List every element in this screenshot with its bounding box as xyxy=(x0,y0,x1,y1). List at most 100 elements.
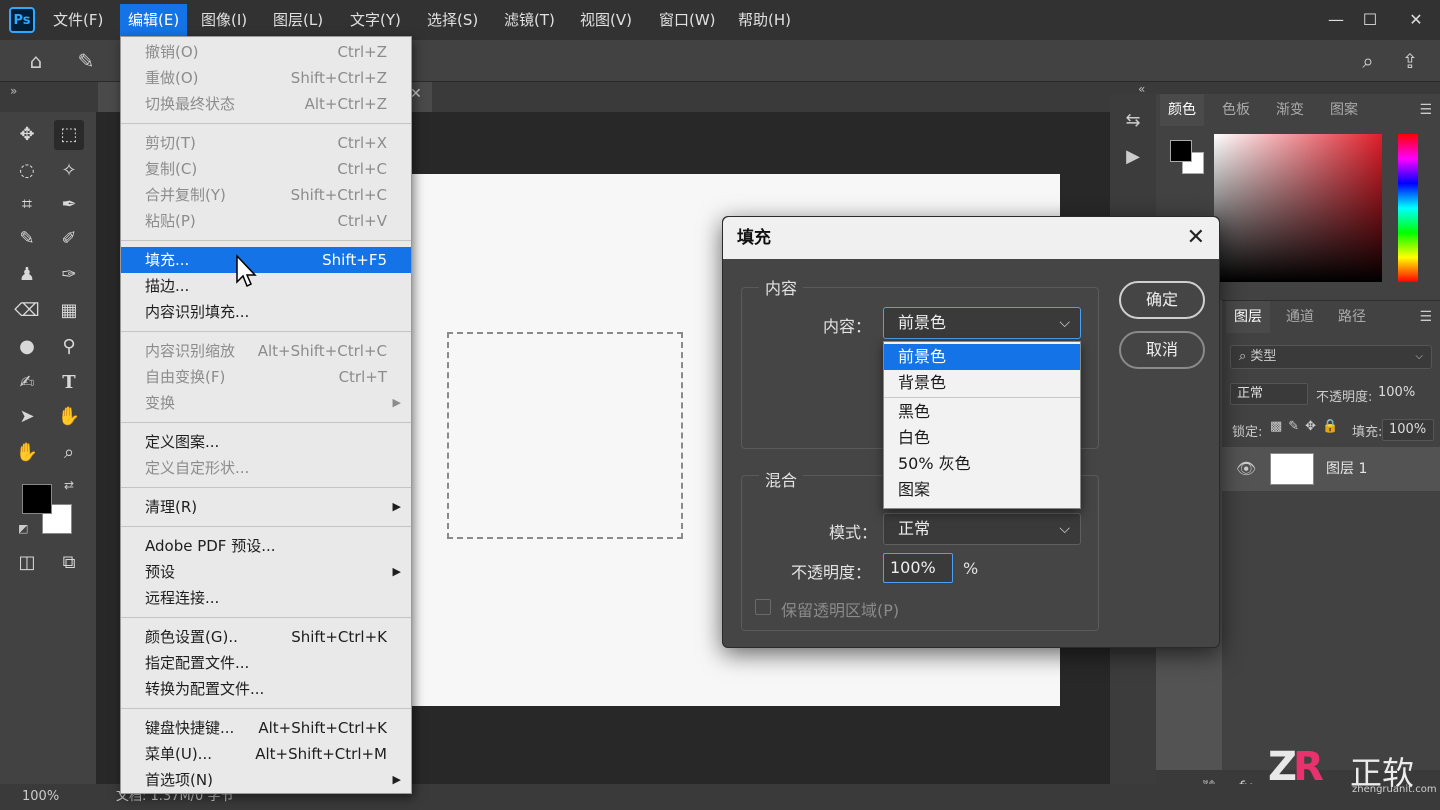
layer-fill-value[interactable]: 100% xyxy=(1382,419,1434,441)
menu-filter[interactable]: 滤镜(T) xyxy=(496,0,563,40)
preserve-transparency-checkbox[interactable] xyxy=(755,599,771,615)
edit-menu-item[interactable]: 首选项(N) ▶ xyxy=(121,767,411,793)
default-colors-icon[interactable]: ◩ xyxy=(18,522,28,535)
edit-menu-item[interactable]: 重做(O) Shift+Ctrl+Z xyxy=(121,65,411,91)
mode-select[interactable]: 正常 ⌵ xyxy=(883,513,1081,545)
layer-row[interactable]: 👁 图层 1 xyxy=(1222,447,1440,491)
close-window-icon[interactable]: ✕ xyxy=(1404,8,1428,32)
content-option[interactable]: 图案 xyxy=(884,477,1080,503)
history-icon[interactable]: ⇆ xyxy=(1120,108,1146,134)
collapse-left-icon[interactable]: » xyxy=(10,84,17,98)
tab-patterns[interactable]: 图案 xyxy=(1322,94,1366,126)
edit-menu-item[interactable]: 切换最终状态 Alt+Ctrl+Z xyxy=(121,91,411,117)
tab-paths[interactable]: 路径 xyxy=(1330,301,1374,333)
eyedropper-icon[interactable]: ✎ xyxy=(12,224,42,254)
home-icon[interactable]: ⌂ xyxy=(24,49,48,73)
edit-menu-item[interactable]: 内容识别填充... xyxy=(121,299,411,325)
visibility-eye-icon[interactable]: 👁 xyxy=(1236,447,1256,491)
layer-opacity-value[interactable]: 100% xyxy=(1378,383,1434,405)
menu-type[interactable]: 文字(Y) xyxy=(342,0,409,40)
quick-select-tool-icon[interactable]: ✧ xyxy=(54,156,84,186)
menu-view[interactable]: 视图(V) xyxy=(572,0,640,40)
content-option[interactable]: 背景色 xyxy=(884,370,1080,396)
ok-button[interactable]: 确定 xyxy=(1119,281,1205,319)
content-option[interactable]: 黑色 xyxy=(884,399,1080,425)
edit-menu-item[interactable]: Adobe PDF 预设... xyxy=(121,533,411,559)
color-panel-foreground[interactable] xyxy=(1170,140,1192,162)
opacity-input[interactable]: 100% xyxy=(883,553,953,583)
screen-mode-icon[interactable]: ⧉ xyxy=(54,548,84,578)
gradient-tool-icon[interactable]: ▦ xyxy=(54,296,84,326)
hand-tool-icon[interactable]: ✋ xyxy=(54,402,84,432)
actions-play-icon[interactable]: ▶ xyxy=(1120,144,1146,170)
menu-image[interactable]: 图像(I) xyxy=(193,0,255,40)
pen-eyedropper-tool-icon[interactable]: ✒ xyxy=(54,190,84,220)
eyedropper-tool-icon[interactable]: ✎ xyxy=(74,49,98,73)
edit-menu-item[interactable]: 剪切(T) Ctrl+X xyxy=(121,130,411,156)
edit-menu-item[interactable]: 远程连接... xyxy=(121,585,411,611)
blur-tool-icon[interactable]: ● xyxy=(12,332,42,362)
edit-menu-item[interactable]: 合并复制(Y) Shift+Ctrl+C xyxy=(121,182,411,208)
swap-colors-icon[interactable]: ⇄ xyxy=(64,478,74,492)
edit-menu-item[interactable]: 内容识别缩放 Alt+Shift+Ctrl+C xyxy=(121,338,411,364)
layer-filter-search[interactable]: ⌕ 类型 ⌵ xyxy=(1230,345,1432,369)
tab-swatches[interactable]: 色板 xyxy=(1214,94,1258,126)
quick-mask-icon[interactable]: ◫ xyxy=(12,548,42,578)
edit-menu-item[interactable]: 指定配置文件... xyxy=(121,650,411,676)
color-picker-field[interactable] xyxy=(1214,134,1382,282)
edit-menu-item[interactable]: 菜单(U)... Alt+Shift+Ctrl+M xyxy=(121,741,411,767)
crop-tool-icon[interactable]: ⌗ xyxy=(12,190,42,220)
tab-channels[interactable]: 通道 xyxy=(1278,301,1322,333)
cancel-button[interactable]: 取消 xyxy=(1119,331,1205,369)
path-select-tool-icon[interactable]: ➤ xyxy=(12,402,42,432)
menu-select[interactable]: 选择(S) xyxy=(419,0,486,40)
panel-menu-icon[interactable]: ☰ xyxy=(1419,102,1432,118)
maximize-icon[interactable]: ☐ xyxy=(1358,8,1382,32)
edit-menu-item[interactable]: 自由变换(F) Ctrl+T xyxy=(121,364,411,390)
menu-layer[interactable]: 图层(L) xyxy=(265,0,331,40)
tab-layers[interactable]: 图层 xyxy=(1226,301,1270,333)
hand-icon[interactable]: ✋ xyxy=(12,438,42,468)
menu-edit[interactable]: 编辑(E) xyxy=(120,4,188,36)
hue-slider[interactable] xyxy=(1398,134,1418,282)
history-brush-icon[interactable]: ✑ xyxy=(54,260,84,290)
lock-icons[interactable]: ▩✎✥🔒 xyxy=(1270,419,1344,434)
edit-menu-item[interactable]: 预设 ▶ xyxy=(121,559,411,585)
type-tool-icon[interactable]: T xyxy=(54,368,84,398)
menu-window[interactable]: 窗口(W) xyxy=(651,0,724,40)
content-option[interactable]: 白色 xyxy=(884,425,1080,451)
edit-menu-item[interactable]: 定义图案... xyxy=(121,429,411,455)
content-option[interactable]: 前景色 xyxy=(884,344,1080,370)
pen-tool-icon[interactable]: ✍ xyxy=(12,368,42,398)
edit-menu-item[interactable]: 定义自定形状... xyxy=(121,455,411,481)
foreground-color-swatch[interactable] xyxy=(22,484,52,514)
zoom-level[interactable]: 100% xyxy=(22,784,59,810)
edit-menu-item[interactable]: 键盘快捷键... Alt+Shift+Ctrl+K xyxy=(121,715,411,741)
menu-file[interactable]: 文件(F) xyxy=(45,0,111,40)
stamp-tool-icon[interactable]: ♟ xyxy=(12,260,42,290)
edit-menu-item[interactable]: 粘贴(P) Ctrl+V xyxy=(121,208,411,234)
edit-menu-item[interactable]: 转换为配置文件... xyxy=(121,676,411,702)
dodge-tool-icon[interactable]: ⚲ xyxy=(54,332,84,362)
edit-menu-item[interactable]: 撤销(O) Ctrl+Z xyxy=(121,39,411,65)
edit-menu-item[interactable]: 填充... Shift+F5 xyxy=(121,247,411,273)
brush-tool-icon[interactable]: ✐ xyxy=(54,224,84,254)
edit-menu-item[interactable]: 变换 ▶ xyxy=(121,390,411,416)
layer-blend-mode[interactable]: 正常 xyxy=(1230,383,1308,405)
share-icon[interactable]: ⇪ xyxy=(1398,49,1422,73)
move-tool-icon[interactable]: ✥ xyxy=(12,120,42,150)
edit-menu-item[interactable]: 复制(C) Ctrl+C xyxy=(121,156,411,182)
tab-color[interactable]: 颜色 xyxy=(1160,94,1204,126)
edit-menu-item[interactable]: 清理(R) ▶ xyxy=(121,494,411,520)
content-select[interactable]: 前景色 ⌵ xyxy=(883,307,1081,339)
tab-gradients[interactable]: 渐变 xyxy=(1268,94,1312,126)
edit-menu-item[interactable]: 描边... xyxy=(121,273,411,299)
marquee-tool-icon[interactable]: ⬚ xyxy=(54,120,84,150)
lasso-tool-icon[interactable]: ◌ xyxy=(12,156,42,186)
layers-menu-icon[interactable]: ☰ xyxy=(1419,309,1432,325)
menu-help[interactable]: 帮助(H) xyxy=(730,0,799,40)
minimize-icon[interactable]: — xyxy=(1324,8,1348,32)
edit-menu-item[interactable]: 颜色设置(G).. Shift+Ctrl+K xyxy=(121,624,411,650)
eraser-tool-icon[interactable]: ⌫ xyxy=(12,296,42,326)
zoom-tool-icon[interactable]: ⌕ xyxy=(54,438,84,468)
